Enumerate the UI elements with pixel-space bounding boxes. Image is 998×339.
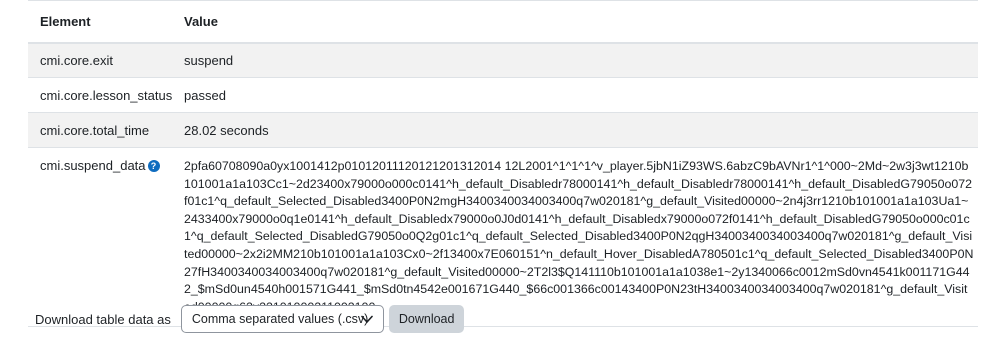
element-cell: cmi.suspend_data? [28,146,172,328]
table-header-row: Element Value [28,0,978,44]
download-format-select[interactable]: Comma separated values (.csv) [180,305,384,333]
value-cell: 2pfa60708090a0yx1001412p0101201112012120… [172,146,978,328]
download-button[interactable]: Download [388,305,465,333]
selected-format: Comma separated values (.csv) [191,312,369,326]
track-data-table: Element Value cmi.core.exit suspend cmi.… [28,0,978,328]
element-cell: cmi.core.lesson_status [28,77,172,113]
element-cell: cmi.core.exit [28,42,172,78]
value-cell: 28.02 seconds [172,112,978,148]
table-row: cmi.suspend_data? 2pfa60708090a0yx100141… [28,146,978,328]
download-form: Download table data as Comma separated v… [35,305,465,333]
chevron-down-icon [361,315,373,323]
value-cell: suspend [172,42,978,78]
column-header-value: Value [172,0,978,44]
value-cell: passed [172,77,978,113]
table-row: cmi.core.exit suspend [28,42,978,78]
question-icon[interactable]: ? [147,159,160,172]
download-label: Download table data as [35,311,171,327]
element-label: cmi.suspend_data [40,158,146,173]
table-row: cmi.core.lesson_status passed [28,77,978,113]
table-row: cmi.core.total_time 28.02 seconds [28,112,978,148]
scorm-track-details: Element Value cmi.core.exit suspend cmi.… [28,0,978,328]
element-cell: cmi.core.total_time [28,112,172,148]
column-header-element: Element [28,0,172,44]
